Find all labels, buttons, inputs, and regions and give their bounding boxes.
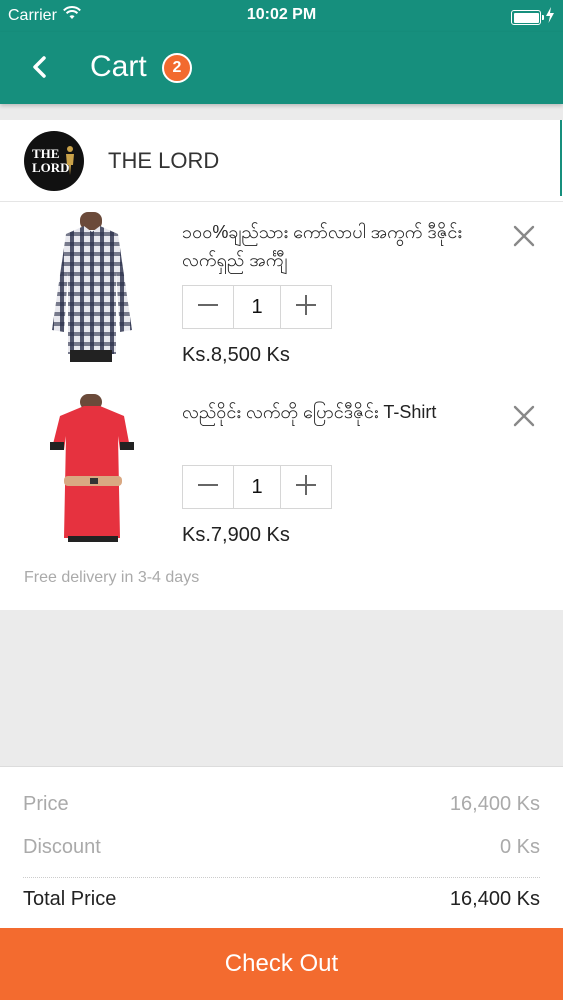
cart-item: ၁၀၀%ချည်သား ကော်လာပါ အကွက် ဒီဇိုင်း လက်ရ… — [0, 212, 563, 387]
back-arrow-icon — [26, 56, 56, 86]
product-title[interactable]: ၁၀၀%ချည်သား ကော်လာပါ အကွက် ဒီဇိုင်း လက်ရ… — [182, 218, 482, 274]
back-button[interactable] — [26, 52, 56, 82]
close-icon — [512, 405, 536, 432]
product-title[interactable]: လည်ဝိုင်း လက်တို ပြောင်ဒီဇိုင်း T-Shirt — [182, 398, 482, 426]
quantity-stepper: 1 — [182, 465, 332, 509]
app-header: Cart 2 — [0, 32, 563, 104]
plus-icon — [295, 474, 317, 501]
status-time: 10:02 PM — [246, 6, 317, 23]
minus-icon — [197, 474, 219, 501]
status-bar: Carrier 10:02 PM — [0, 0, 563, 32]
total-label: Total Price — [23, 888, 117, 910]
delivery-note: Free delivery in 3-4 days — [24, 569, 200, 586]
close-icon — [512, 225, 536, 252]
battery-icon — [511, 10, 544, 25]
increase-quantity-button[interactable] — [281, 286, 331, 328]
store-name: THE LORD — [108, 148, 220, 173]
total-value: 16,400 Ks — [449, 888, 540, 910]
product-image[interactable] — [30, 212, 154, 362]
decrease-quantity-button[interactable] — [183, 466, 233, 508]
checkout-button[interactable]: Check Out — [0, 928, 563, 1000]
price-label: Price — [23, 793, 69, 815]
charging-icon — [545, 7, 555, 28]
increase-quantity-button[interactable] — [281, 466, 331, 508]
store-header[interactable]: THE LORD THE LORD — [0, 120, 563, 202]
cart-item: လည်ဝိုင်း လက်တို ပြောင်ဒီဇိုင်း T-Shirt … — [0, 392, 563, 567]
discount-row: Discount 0 Ks — [23, 836, 540, 866]
decrease-quantity-button[interactable] — [183, 286, 233, 328]
price-value: 16,400 Ks — [449, 793, 540, 815]
discount-value: 0 Ks — [499, 836, 540, 858]
store-logo-figure-icon — [66, 146, 74, 175]
discount-label: Discount — [23, 836, 101, 858]
product-price: Ks.7,900 Ks — [182, 524, 290, 546]
quantity-value[interactable]: 1 — [233, 466, 281, 508]
quantity-stepper: 1 — [182, 285, 332, 329]
total-row: Total Price 16,400 Ks — [23, 888, 540, 918]
quantity-value[interactable]: 1 — [233, 286, 281, 328]
order-summary: Price 16,400 Ks Discount 0 Ks Total Pric… — [0, 766, 563, 928]
store-card: THE LORD THE LORD ၁၀၀%ချည်သား ကော်လာပါ အ… — [0, 120, 563, 610]
product-price: Ks.8,500 Ks — [182, 344, 290, 366]
remove-item-button[interactable] — [512, 224, 536, 248]
page-title: Cart — [90, 50, 147, 83]
product-image[interactable] — [30, 392, 154, 542]
cart-count-badge: 2 — [162, 53, 192, 83]
price-row: Price 16,400 Ks — [23, 793, 540, 823]
battery-group — [511, 7, 555, 28]
store-logo: THE LORD — [24, 131, 84, 191]
remove-item-button[interactable] — [512, 404, 536, 428]
minus-icon — [197, 294, 219, 321]
summary-divider — [23, 877, 540, 878]
plus-icon — [295, 294, 317, 321]
